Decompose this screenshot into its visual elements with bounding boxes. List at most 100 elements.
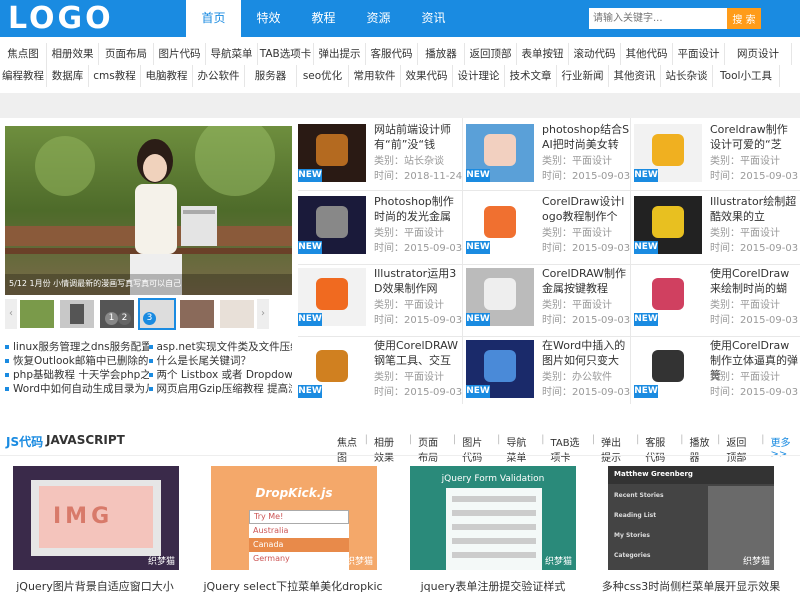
article-title[interactable]: 使用CorelDRAW钢笔工具、交互 bbox=[374, 338, 462, 368]
article-card[interactable]: NEW Photoshop制作时尚的发光金属 类别：平面设计 时间：2015-09-0… bbox=[298, 192, 464, 262]
demo-caption[interactable]: jquery表单注册提交验证样式 bbox=[398, 578, 588, 594]
tag-link[interactable]: 滚动代码 bbox=[569, 43, 621, 65]
tag-link[interactable]: 服务器 bbox=[245, 65, 297, 87]
list-item[interactable]: 什么是长尾关键词？ bbox=[148, 354, 293, 368]
article-title[interactable]: Coreldraw制作设计可爱的“芝 bbox=[710, 122, 798, 152]
tag-link[interactable]: 表单按钮 bbox=[517, 43, 569, 65]
js-category-link[interactable]: 客服代码 bbox=[645, 434, 674, 464]
article-card[interactable]: NEW 使用CorelDraw制作立体逼真的弹簧 类别：平面设计 时间：2015-09… bbox=[634, 336, 800, 406]
article-title[interactable]: CorelDRAW制作金属按键教程 bbox=[542, 266, 630, 296]
nav-resources[interactable]: 资源 bbox=[351, 0, 406, 37]
article-title[interactable]: Illustrator绘制超酷效果的立 bbox=[710, 194, 798, 224]
article-card[interactable]: NEW CorelDraw设计logo教程制作个 类别：平面设计 时间：2015-09… bbox=[466, 192, 632, 262]
nav-tutorials[interactable]: 教程 bbox=[296, 0, 351, 37]
list-item[interactable]: linux服务管理之dns服务配置教 bbox=[5, 340, 149, 354]
demo-caption[interactable]: 多种css3时尚侧栏菜单展开显示效果 bbox=[596, 578, 786, 594]
list-item[interactable]: 网页启用Gzip压缩教程 提高浏 bbox=[148, 382, 292, 396]
search-input[interactable] bbox=[589, 8, 727, 29]
article-thumbnail[interactable]: NEW bbox=[298, 268, 366, 326]
tag-link[interactable]: 相册效果 bbox=[47, 43, 99, 65]
section-title[interactable]: JS代码 bbox=[6, 433, 43, 450]
list-item[interactable]: Word中如何自动生成目录为几十 bbox=[5, 382, 149, 396]
article-thumbnail[interactable]: NEW bbox=[466, 196, 534, 254]
js-category-link[interactable]: 导航菜单 bbox=[506, 434, 535, 464]
article-title[interactable]: CorelDraw设计logo教程制作个 bbox=[542, 194, 630, 224]
js-category-link[interactable]: 焦点图 bbox=[337, 434, 359, 464]
tag-link[interactable]: 其他代码 bbox=[621, 43, 673, 65]
more-link[interactable]: 更多>> bbox=[771, 434, 797, 464]
js-category-link[interactable]: 相册效果 bbox=[374, 434, 403, 464]
article-thumbnail[interactable]: NEW bbox=[466, 124, 534, 182]
logo[interactable]: LOGO bbox=[8, 0, 114, 37]
article-card[interactable]: NEW photoshop结合SAI把时尚美女转 类别：平面设计 时间：2015-09… bbox=[466, 120, 632, 190]
tag-link[interactable]: 返回顶部 bbox=[465, 43, 517, 65]
demo-card[interactable]: IMG 织梦猫 bbox=[13, 466, 179, 570]
js-category-link[interactable]: 播放器 bbox=[689, 434, 711, 464]
demo-caption[interactable]: jQuery select下拉菜单美化dropkic bbox=[198, 578, 388, 594]
tag-link[interactable]: 设计理论 bbox=[453, 65, 505, 87]
article-title[interactable]: 在Word中插入的图片如何只变大 bbox=[542, 338, 630, 368]
article-thumbnail[interactable]: NEW bbox=[466, 340, 534, 398]
tag-link[interactable]: 网页设计 bbox=[725, 43, 792, 65]
featured-slider-image[interactable]: 5/12 1月份 小情调最新的漫画写真写真可以自己 bbox=[5, 126, 292, 295]
article-thumbnail[interactable]: NEW bbox=[634, 196, 702, 254]
tag-link[interactable]: 效果代码 bbox=[401, 65, 453, 87]
demo-card[interactable]: DropKick.js Try Me! Australia Canada Ger… bbox=[211, 466, 377, 570]
slider-thumb[interactable]: 3 bbox=[138, 298, 176, 330]
js-category-link[interactable]: 返回顶部 bbox=[726, 434, 755, 464]
slider-thumb[interactable] bbox=[220, 300, 254, 328]
article-thumbnail[interactable]: NEW bbox=[634, 268, 702, 326]
js-category-link[interactable]: 图片代码 bbox=[462, 434, 491, 464]
tag-link[interactable]: 行业新闻 bbox=[557, 65, 609, 87]
js-category-link[interactable]: TAB选项卡 bbox=[551, 434, 586, 464]
slider-thumb[interactable] bbox=[20, 300, 54, 328]
tag-link[interactable]: 编程教程 bbox=[0, 65, 47, 87]
article-thumbnail[interactable]: NEW bbox=[298, 196, 366, 254]
article-card[interactable]: NEW Illustrator绘制超酷效果的立 类别：平面设计 时间：2015-09-… bbox=[634, 192, 800, 262]
tag-link[interactable]: 图片代码 bbox=[154, 43, 206, 65]
search-button[interactable]: 搜 索 bbox=[727, 8, 761, 29]
nav-news[interactable]: 资讯 bbox=[406, 0, 461, 37]
article-thumbnail[interactable]: NEW bbox=[298, 124, 366, 182]
nav-effects[interactable]: 特效 bbox=[241, 0, 296, 37]
article-title[interactable]: Photoshop制作时尚的发光金属 bbox=[374, 194, 462, 224]
slider-thumb[interactable] bbox=[60, 300, 94, 328]
tag-link[interactable]: 平面设计 bbox=[673, 43, 725, 65]
tag-link[interactable]: 常用软件 bbox=[349, 65, 401, 87]
tag-link[interactable]: seo优化 bbox=[297, 65, 349, 87]
article-card[interactable]: NEW 网站前端设计师有“前”没“钱 类别：站长杂谈 时间：2018-11-24 bbox=[298, 120, 464, 190]
article-title[interactable]: Illustrator运用3D效果制作网 bbox=[374, 266, 462, 296]
tag-link[interactable]: 导航菜单 bbox=[206, 43, 258, 65]
demo-caption[interactable]: jQuery图片背景自适应窗口大小 bbox=[0, 578, 190, 594]
article-thumbnail[interactable]: NEW bbox=[466, 268, 534, 326]
tag-link[interactable]: 办公软件 bbox=[193, 65, 245, 87]
list-item[interactable]: php基础教程 十天学会php之第 bbox=[5, 368, 149, 382]
article-title[interactable]: 网站前端设计师有“前”没“钱 bbox=[374, 122, 462, 152]
slider-thumb[interactable]: 1 2 bbox=[100, 300, 134, 328]
tag-link[interactable]: 数据库 bbox=[47, 65, 89, 87]
article-title[interactable]: 使用CorelDraw来绘制时尚的蝴 bbox=[710, 266, 798, 296]
demo-card[interactable]: jQuery Form Validation 织梦猫 bbox=[410, 466, 576, 570]
list-item[interactable]: 两个 Listbox 或者 DropdownLi bbox=[148, 368, 292, 382]
tag-link[interactable]: 播放器 bbox=[418, 43, 465, 65]
tag-link[interactable]: Tool小工具 bbox=[713, 65, 780, 87]
nav-home[interactable]: 首页 bbox=[186, 0, 241, 37]
tag-link[interactable]: 其他资讯 bbox=[609, 65, 661, 87]
tag-link[interactable]: 站长杂谈 bbox=[661, 65, 713, 87]
tag-link[interactable]: 弹出提示 bbox=[314, 43, 366, 65]
js-category-link[interactable]: 弹出提示 bbox=[601, 434, 630, 464]
tag-link[interactable]: TAB选项卡 bbox=[258, 43, 314, 65]
demo-card[interactable]: Matthew Greenberg Recent Stories Reading… bbox=[608, 466, 774, 570]
article-card[interactable]: NEW 使用CorelDraw来绘制时尚的蝴 类别：平面设计 时间：2015-09-0… bbox=[634, 264, 800, 334]
tag-link[interactable]: 焦点图 bbox=[0, 43, 47, 65]
tag-link[interactable]: 电脑教程 bbox=[141, 65, 193, 87]
slider-thumb[interactable] bbox=[180, 300, 214, 328]
article-thumbnail[interactable]: NEW bbox=[634, 340, 702, 398]
tag-link[interactable]: 页面布局 bbox=[99, 43, 154, 65]
tag-link[interactable]: 客服代码 bbox=[366, 43, 418, 65]
js-category-link[interactable]: 页面布局 bbox=[418, 434, 447, 464]
article-card[interactable]: NEW 在Word中插入的图片如何只变大 类别：办公软件 时间：2015-09-03 bbox=[466, 336, 632, 406]
list-item[interactable]: asp.net实现文件类及文件压缩 bbox=[148, 340, 292, 354]
article-card[interactable]: NEW CorelDRAW制作金属按键教程 类别：平面设计 时间：2015-09-03 bbox=[466, 264, 632, 334]
article-thumbnail[interactable]: NEW bbox=[298, 340, 366, 398]
